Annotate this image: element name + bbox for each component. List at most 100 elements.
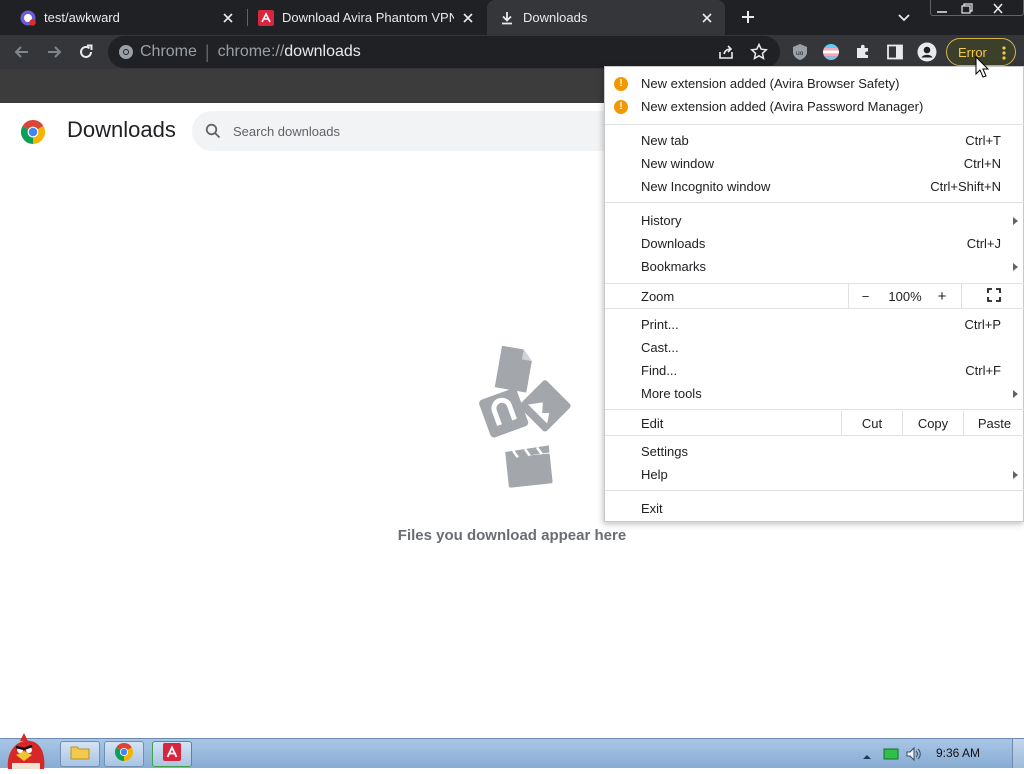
zoom-minus-label: − (861, 288, 870, 304)
avira-favicon-icon (258, 9, 274, 26)
menu-item-label: New extension added (Avira Browser Safet… (641, 76, 900, 91)
start-button-angry-bird-icon[interactable] (2, 731, 50, 769)
tab-downloads[interactable]: Downloads (487, 0, 725, 35)
menu-item-label: New window (641, 156, 714, 171)
menu-item-shortcut: Ctrl+J (966, 236, 1001, 251)
profile-avatar-icon[interactable] (914, 39, 940, 65)
show-desktop-button[interactable] (1012, 739, 1024, 768)
menu-item-shortcut: Ctrl+N (963, 156, 1001, 171)
windows-taskbar: 9:36 AM (0, 733, 1024, 769)
zoom-level: 100% (888, 288, 922, 304)
menu-item-notification-password-manager[interactable]: ! New extension added (Avira Password Ma… (605, 95, 1024, 118)
tab-title: Download Avira Phantom VPN (282, 10, 454, 25)
tray-expand-arrow-icon[interactable] (862, 749, 872, 759)
search-placeholder: Search downloads (233, 123, 340, 139)
search-downloads-input[interactable]: Search downloads (192, 111, 612, 151)
menu-item-exit[interactable]: Exit (605, 497, 1024, 520)
menu-item-shortcut: Ctrl+T (965, 133, 1001, 148)
menu-item-label: Bookmarks (641, 259, 707, 274)
menu-separator (605, 435, 1024, 436)
menu-item-print[interactable]: Print... Ctrl+P (605, 313, 1024, 336)
pride-flag-extension-icon[interactable] (818, 39, 844, 65)
window-controls (930, 0, 1024, 16)
menu-item-settings[interactable]: Settings (605, 440, 1024, 463)
paste-button[interactable]: Paste (963, 411, 1024, 435)
download-icon (499, 10, 515, 26)
menu-item-shortcut: Ctrl+P (964, 317, 1001, 332)
tab-strip: test/awkward Download Avira Phantom VPN … (0, 0, 1024, 35)
restore-icon[interactable] (957, 2, 975, 14)
back-arrow-icon[interactable] (9, 39, 35, 65)
zoom-in-button[interactable]: + (928, 284, 956, 308)
document-icon (494, 345, 532, 393)
close-window-icon[interactable] (989, 2, 1007, 14)
cut-label: Cut (861, 415, 883, 431)
close-tab-icon[interactable] (460, 10, 476, 26)
menu-item-shortcut: Ctrl+F (965, 363, 1001, 378)
new-tab-button[interactable] (738, 7, 758, 27)
chrome-main-menu: ! New extension added (Avira Browser Saf… (604, 66, 1024, 522)
menu-item-downloads[interactable]: Downloads Ctrl+J (605, 232, 1024, 255)
tab-avira-vpn[interactable]: Download Avira Phantom VPN (248, 0, 486, 35)
tab-title: Downloads (523, 10, 588, 25)
network-icon[interactable] (883, 747, 899, 761)
copy-label: Copy (917, 415, 949, 431)
menu-item-shortcut: Ctrl+Shift+N (930, 179, 1001, 194)
menu-item-label: Help (641, 467, 668, 482)
warning-icon: ! (614, 99, 628, 114)
mouse-cursor-icon (975, 55, 991, 80)
menu-item-notification-browser-safety[interactable]: ! New extension added (Avira Browser Saf… (605, 72, 1024, 95)
submenu-arrow-icon (1013, 216, 1018, 225)
kebab-menu-icon[interactable] (1001, 45, 1007, 66)
menu-item-history[interactable]: History (605, 209, 1024, 232)
empty-state-message: Files you download appear here (397, 527, 627, 544)
menu-separator (605, 124, 1024, 125)
zoom-plus-label: + (937, 287, 947, 305)
zoom-out-button[interactable]: − (848, 284, 882, 308)
paste-label: Paste (977, 415, 1012, 431)
close-tab-icon[interactable] (220, 10, 236, 26)
forward-arrow-icon[interactable] (41, 39, 67, 65)
taskbar-chrome[interactable] (104, 741, 144, 767)
extensions-puzzle-icon[interactable] (850, 39, 876, 65)
menu-item-bookmarks[interactable]: Bookmarks (605, 255, 1024, 278)
menu-item-label: History (641, 213, 682, 228)
tab-test-awkward[interactable]: test/awkward (0, 0, 246, 35)
page-title: Downloads (67, 117, 176, 142)
ublock-extension-icon[interactable]: uo (787, 39, 813, 65)
cut-button[interactable]: Cut (841, 411, 902, 435)
address-bar[interactable]: Chrome | chrome:// downloads (108, 36, 780, 68)
fullscreen-icon (986, 287, 1001, 305)
menu-item-find[interactable]: Find... Ctrl+F (605, 359, 1024, 382)
svg-text:uo: uo (796, 50, 804, 57)
taskbar-clock[interactable]: 9:36 AM (936, 746, 980, 760)
volume-icon[interactable] (905, 746, 923, 762)
submenu-arrow-icon (1013, 389, 1018, 398)
menu-item-more-tools[interactable]: More tools (605, 382, 1024, 405)
menu-separator (605, 490, 1024, 491)
menu-item-help[interactable]: Help (605, 463, 1024, 486)
copy-button[interactable]: Copy (902, 411, 963, 435)
minimize-icon[interactable] (933, 2, 951, 14)
menu-item-label: Find... (641, 363, 678, 378)
menu-item-new-tab[interactable]: New tab Ctrl+T (605, 129, 1024, 152)
menu-item-new-incognito-window[interactable]: New Incognito window Ctrl+Shift+N (605, 175, 1024, 198)
folder-icon (70, 744, 90, 765)
taskbar-file-explorer[interactable] (60, 741, 100, 767)
empty-downloads-illustration (450, 345, 580, 496)
menu-item-cast[interactable]: Cast... (605, 336, 1024, 359)
side-panel-icon[interactable] (882, 39, 908, 65)
url-scheme: chrome:// (217, 43, 285, 60)
menu-item-new-window[interactable]: New window Ctrl+N (605, 152, 1024, 175)
bookmark-star-icon[interactable] (749, 42, 769, 66)
chrome-site-icon (118, 44, 134, 60)
taskbar-avira[interactable] (152, 741, 192, 767)
url-separator: | (204, 41, 210, 62)
menu-separator (605, 202, 1024, 203)
tab-search-chevron-icon[interactable] (896, 10, 912, 26)
close-tab-icon[interactable] (699, 10, 715, 26)
site-label: Chrome (140, 43, 197, 60)
reload-icon[interactable] (73, 39, 99, 65)
fullscreen-button[interactable] (961, 284, 1024, 308)
share-icon[interactable] (718, 44, 734, 65)
